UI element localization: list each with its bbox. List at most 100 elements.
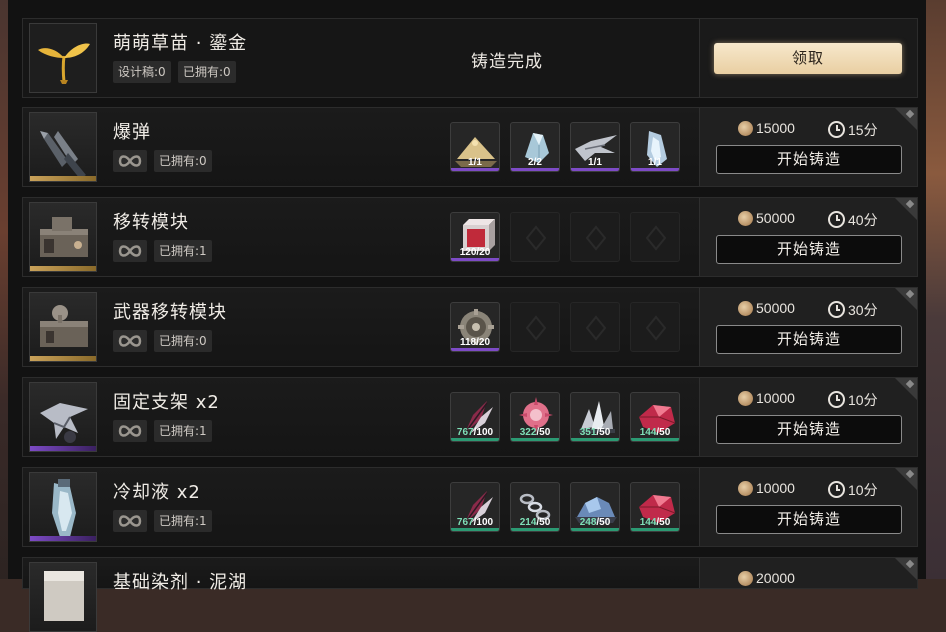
craft-action-area: 50000 30分 开始铸造 [699,288,917,366]
duration-text: 40分 [848,212,878,228]
recipe-row[interactable]: 基础染剂 · 泥湖 20000 [22,557,918,632]
start-craft-button[interactable]: 开始铸造 [716,415,902,444]
empty-material-slot [510,212,560,262]
material-slot[interactable]: 118/20 [450,302,500,352]
craft-action-area: 20000 [699,558,917,588]
placeholder-diamond-icon [585,315,607,341]
empty-material-slot [570,302,620,352]
infinity-icon [118,335,142,347]
craft-duration: 40分 [828,210,878,230]
start-craft-button[interactable]: 开始铸造 [716,235,902,264]
pin-corner-icon[interactable] [895,108,917,130]
material-count: 118/20 [459,337,491,348]
coolant-icon [52,479,76,537]
completed-item-row: 萌萌草苗 · 鎏金 设计稿:0 已拥有:0 铸造完成 领取 [22,18,918,98]
recipe-name: 移转模块 [113,212,189,233]
material-count: 2/2 [528,157,542,168]
start-craft-button[interactable]: 开始铸造 [716,505,902,534]
rarity-bar [30,176,96,181]
coin-icon [738,481,753,496]
material-rarity-bar [631,168,679,171]
material-slot[interactable]: 144/50 [630,482,680,532]
material-slot[interactable]: 1/1 [630,122,680,172]
clock-icon [828,121,845,138]
material-slot[interactable]: 214/50 [510,482,560,532]
pin-corner-icon[interactable] [895,198,917,220]
recipe-row[interactable]: 冷却液 x2 已拥有:1 767/100 214/50 248/50 144/50 1000… [22,467,918,547]
material-rarity-bar [571,438,619,441]
craft-action-area: 50000 40分 开始铸造 [699,198,917,276]
rarity-bar [30,266,96,271]
recipe-row[interactable]: 爆弹 已拥有:0 1/1 2/2 1/1 1/1 15000 15分 开始铸造 [22,107,918,187]
material-count: 1/1 [648,157,662,168]
coin-cost: 50000 [738,300,795,316]
material-slot[interactable]: 1/1 [570,122,620,172]
recipe-thumbnail [29,472,97,542]
infinite-design-chip [113,150,147,172]
start-craft-button[interactable]: 开始铸造 [716,145,902,174]
empty-material-slot [630,302,680,352]
pin-corner-icon[interactable] [895,288,917,310]
material-slot[interactable]: 767/100 [450,482,500,532]
coin-amount: 50000 [756,300,795,316]
material-rarity-bar [571,528,619,531]
claim-button[interactable]: 领取 [714,43,902,74]
craft-duration: 15分 [828,120,878,140]
material-count: 120/20 [459,247,491,258]
recipe-thumbnail [29,202,97,272]
owned-count-chip: 已拥有:1 [154,420,212,442]
material-slot[interactable]: 144/50 [630,392,680,442]
material-slot[interactable]: 2/2 [510,122,560,172]
duration-text: 15分 [848,122,878,138]
start-craft-button[interactable]: 开始铸造 [716,325,902,354]
material-rarity-bar [451,438,499,441]
coin-cost: 20000 [738,570,795,586]
material-slot[interactable]: 120/20 [450,212,500,262]
material-rarity-bar [511,438,559,441]
material-slot[interactable]: 1/1 [450,122,500,172]
pin-corner-icon[interactable] [895,468,917,490]
material-slot[interactable]: 322/50 [510,392,560,442]
material-count: 144/50 [639,427,671,438]
coin-cost: 10000 [738,390,795,406]
material-count: 248/50 [579,517,611,528]
placeholder-diamond-icon [525,315,547,341]
craft-action-area: 10000 10分开始铸造 [699,468,917,546]
sprout-thumbnail [29,23,97,93]
placeholder-diamond-icon [645,315,667,341]
pin-corner-icon[interactable] [895,558,917,580]
empty-material-slot [570,212,620,262]
material-count: 767/100 [456,517,494,528]
recipe-name: 固定支架 x2 [113,392,220,413]
recipe-row[interactable]: 武器移转模块已拥有:0 118/20 50000 30分 开始铸造 [22,287,918,367]
placeholder-diamond-icon [585,225,607,251]
owned-count-chip: 已拥有:0 [154,150,212,172]
pin-corner-icon[interactable] [895,378,917,400]
claim-area: 领取 [699,19,917,97]
material-slot[interactable]: 767/100 [450,392,500,442]
material-count: 322/50 [519,427,551,438]
coin-icon [738,121,753,136]
material-count: 351/50 [579,427,611,438]
empty-material-slot [630,212,680,262]
owned-count-chip: 已拥有:0 [154,330,212,352]
owned-count-chip: 已拥有:1 [154,510,212,532]
material-slot[interactable]: 248/50 [570,482,620,532]
coin-amount: 15000 [756,120,795,136]
infinity-icon [118,155,142,167]
bracket-icon [40,403,88,443]
recipe-row[interactable]: 移转模块 已拥有:1 120/20 50000 40分 开始铸造 [22,197,918,277]
coin-amount: 10000 [756,480,795,496]
clock-icon [828,481,845,498]
material-rarity-bar [451,168,499,171]
owned-count-chip: 已拥有:0 [178,61,236,83]
craft-duration: 10分 [828,480,878,500]
empty-material-slot [510,302,560,352]
coin-icon [738,301,753,316]
material-rarity-bar [511,528,559,531]
recipe-name: 武器移转模块 [113,302,227,323]
material-count: 214/50 [519,517,551,528]
recipe-row[interactable]: 固定支架 x2 已拥有:1 767/100 322/50 351/50 144/50 100… [22,377,918,457]
material-slot[interactable]: 351/50 [570,392,620,442]
infinity-icon [118,425,142,437]
